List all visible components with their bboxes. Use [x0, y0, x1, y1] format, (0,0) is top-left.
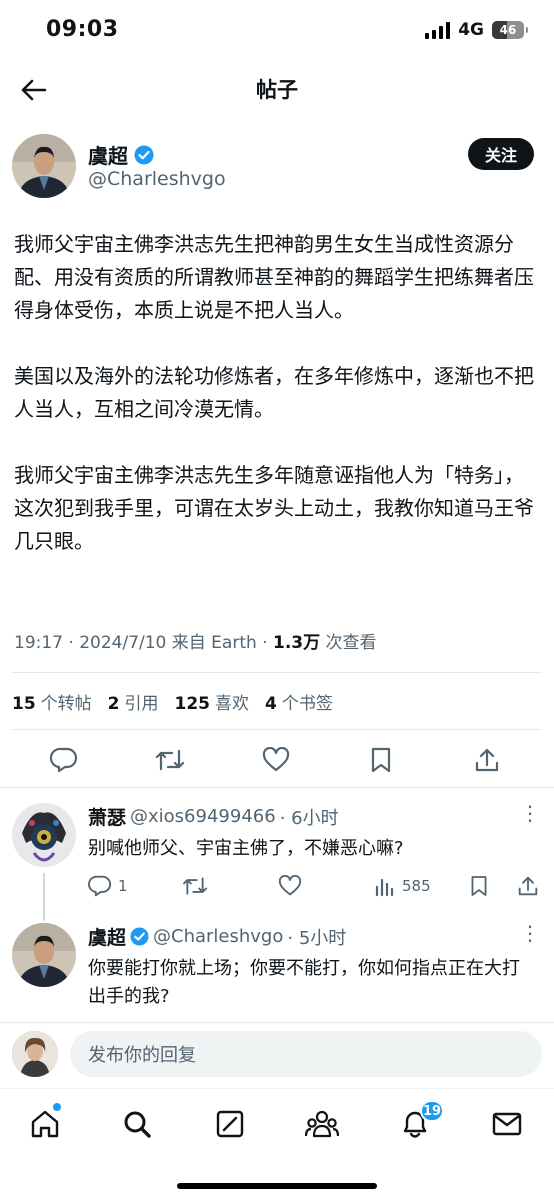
page-title: 帖子 — [256, 78, 298, 102]
author-name-row: 虞超 — [88, 140, 154, 169]
quotes-stat[interactable]: 2 引用 — [108, 689, 159, 714]
bookmark-icon — [471, 876, 487, 896]
reply-text: 你要能打你就上场；你要不能打，你如何指点正在大打出手的我? — [88, 958, 520, 1007]
reply-text: 别喊他师父、宇宙主佛了，不嫌恶心嘛? — [88, 838, 404, 859]
views-icon — [375, 878, 394, 897]
reply-avatar-image — [12, 923, 76, 987]
like-icon — [262, 747, 290, 772]
reply-like-button[interactable] — [278, 875, 302, 897]
follow-button[interactable]: 关注 — [467, 138, 534, 170]
post-stats: 15 个转帖 2 引用 125 喜欢 4 个书签 — [12, 689, 333, 714]
reply-author-name[interactable]: 虞超 — [88, 923, 126, 950]
reply-composer: 发布你的回复 — [0, 1022, 554, 1088]
thread-line — [43, 873, 45, 921]
reply-views-count: 585 — [402, 877, 431, 895]
divider — [0, 787, 554, 788]
my-avatar[interactable] — [12, 1031, 58, 1077]
reply-share-button[interactable] — [518, 875, 538, 897]
verified-icon — [134, 145, 154, 164]
notifications-badge: 19 — [420, 1100, 444, 1122]
home-icon — [31, 1110, 59, 1138]
tab-grok[interactable] — [213, 1107, 247, 1141]
tab-home[interactable] — [28, 1107, 62, 1141]
reply-author-handle[interactable]: @xios69499466 — [130, 806, 276, 827]
reply-time: · 6小时 — [279, 807, 339, 829]
home-unread-dot — [53, 1103, 61, 1111]
more-icon[interactable]: ⋮ — [520, 921, 540, 945]
reply-count: 1 — [118, 877, 128, 895]
reply-icon — [88, 875, 112, 897]
author-avatar-image — [12, 134, 76, 198]
status-time: 09:03 — [46, 17, 119, 42]
bookmark-button[interactable] — [365, 744, 397, 776]
top-header: 帖子 — [0, 62, 554, 116]
post-paragraph: 我师父宇宙主佛李洪志先生把神韵男生女生当成性资源分配、用没有资质的所谓教师甚至神… — [14, 232, 534, 322]
share-button[interactable] — [471, 744, 503, 776]
home-indicator — [177, 1183, 377, 1189]
views-count: 1.3万 — [272, 633, 321, 653]
tab-communities[interactable] — [305, 1107, 339, 1141]
divider — [12, 672, 542, 673]
reply-author-name[interactable]: 萧瑟 — [88, 803, 126, 830]
network-type: 4G — [458, 20, 484, 40]
search-icon — [124, 1111, 151, 1138]
views-label: 次查看 — [320, 633, 377, 653]
author-handle[interactable]: @Charleshvgo — [88, 168, 226, 190]
like-button[interactable] — [260, 744, 292, 776]
post-author: 虞超 @Charleshvgo 关注 — [12, 134, 542, 200]
reply-header: 虞超 @Charleshvgo · 5小时 — [88, 923, 346, 950]
post-paragraph: 美国以及海外的法轮功修炼者，在多年修炼中，逐渐也不把人当人，互相之间冷漠无情。 — [14, 364, 534, 421]
post-actions — [0, 740, 554, 780]
reply-views-button[interactable]: 585 — [374, 875, 431, 897]
reply-repost-button[interactable] — [182, 875, 208, 897]
tab-messages[interactable] — [490, 1107, 524, 1141]
bookmarks-stat[interactable]: 4 个书签 — [265, 689, 333, 714]
author-name[interactable]: 虞超 — [88, 140, 128, 169]
communities-icon — [305, 1110, 339, 1138]
like-icon — [278, 875, 302, 896]
battery-icon: 46 — [492, 21, 528, 39]
signal-icon — [425, 21, 451, 39]
reply-reply-button[interactable]: 1 — [88, 875, 128, 897]
post-text: 我师父宇宙主佛李洪志先生把神韵男生女生当成性资源分配、用没有资质的所谓教师甚至神… — [14, 228, 542, 558]
more-icon[interactable]: ⋮ — [520, 801, 540, 825]
reply-time: · 5小时 — [287, 927, 347, 949]
reply-input[interactable]: 发布你的回复 — [70, 1031, 542, 1077]
reply-avatar[interactable] — [12, 803, 76, 867]
reply-item[interactable]: 萧瑟 @xios69499466 · 6小时 ⋮ 别喊他师父、宇宙主佛了，不嫌恶… — [12, 801, 544, 903]
repost-icon — [183, 877, 207, 895]
bookmark-icon — [371, 747, 391, 773]
battery-level: 46 — [499, 23, 517, 37]
verified-icon — [130, 927, 149, 946]
grok-icon — [216, 1110, 244, 1138]
likes-stat[interactable]: 125 喜欢 — [175, 689, 250, 714]
repost-icon — [155, 749, 185, 771]
reply-bookmark-button[interactable] — [470, 875, 488, 897]
status-indicators: 4G 46 — [425, 20, 528, 40]
reply-button[interactable] — [48, 744, 80, 776]
mail-icon — [492, 1112, 522, 1136]
reply-author-handle[interactable]: @Charleshvgo — [153, 926, 283, 947]
share-icon — [518, 876, 538, 896]
reposts-stat[interactable]: 15 个转帖 — [12, 689, 92, 714]
post-timestamp[interactable]: 19:17 · 2024/7/10 来自 Earth · — [14, 633, 273, 653]
post-meta: 19:17 · 2024/7/10 来自 Earth · 1.3万 次查看 — [14, 628, 377, 653]
reply-actions: 1 585 — [84, 875, 544, 903]
divider — [12, 729, 542, 730]
reply-item[interactable]: 虞超 @Charleshvgo · 5小时 ⋮ 你要能打你就上场；你要不能打，你… — [12, 921, 542, 1023]
my-avatar-image — [12, 1031, 58, 1077]
reply-avatar-image — [12, 803, 76, 867]
reply-avatar[interactable] — [12, 923, 76, 987]
share-icon — [475, 748, 499, 772]
post-paragraph: 我师父宇宙主佛李洪志先生多年随意诬指他人为「特务」，这次犯到我手里，可谓在太岁头… — [14, 463, 534, 553]
status-bar: 09:03 4G 46 — [0, 0, 554, 62]
bottom-tab-bar: 19 — [0, 1088, 554, 1200]
tab-search[interactable] — [120, 1107, 154, 1141]
reply-icon — [50, 747, 78, 773]
author-avatar[interactable] — [12, 134, 76, 198]
repost-button[interactable] — [154, 744, 186, 776]
reply-header: 萧瑟 @xios69499466 · 6小时 — [88, 803, 339, 830]
